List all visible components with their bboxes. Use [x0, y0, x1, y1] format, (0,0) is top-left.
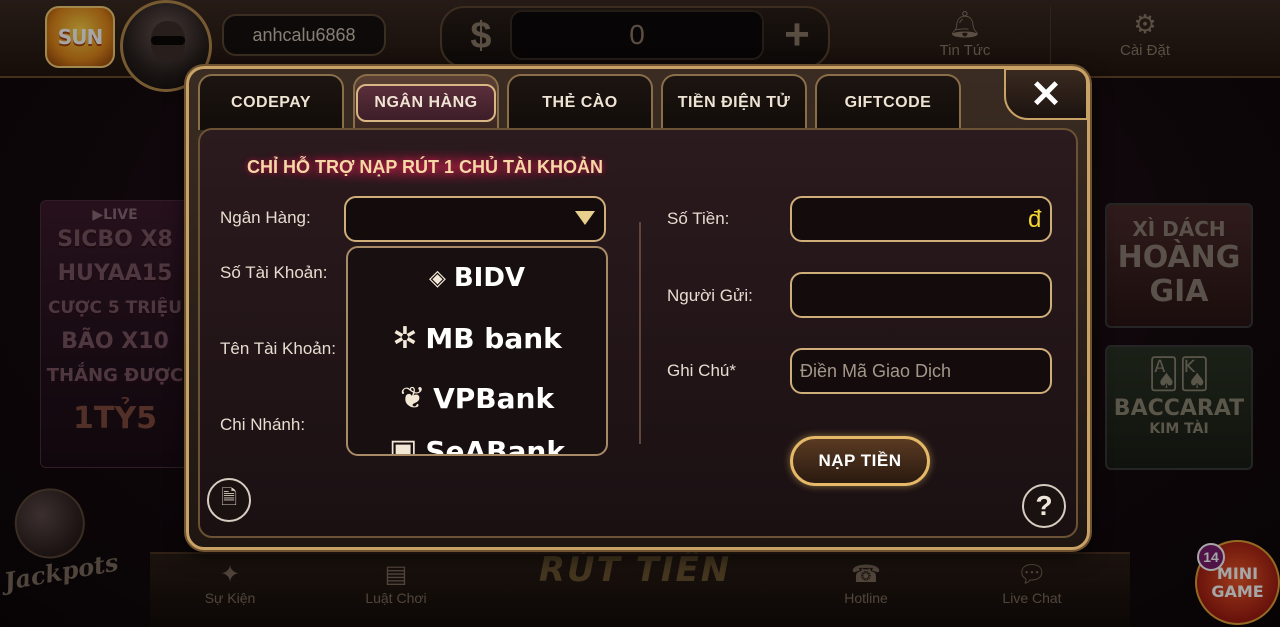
question-mark-icon: ? — [1035, 490, 1053, 521]
account-number-label: Số Tài Khoản: — [220, 263, 328, 282]
tab-label: GIFTCODE — [844, 94, 932, 111]
bidv-logo-icon: ◈ — [428, 265, 446, 291]
dong-currency-suffix: đ — [1028, 206, 1042, 233]
chevron-down-icon[interactable] — [575, 211, 595, 225]
bank-option-label: SeABank — [425, 435, 565, 456]
tab-codepay[interactable]: CODEPAY — [198, 74, 344, 130]
bank-option-label: BIDV — [453, 263, 526, 293]
bank-dropdown-list[interactable]: ◈ BIDV ✲ MB bank ❦ VPBank ▣ SeABank — [346, 246, 608, 456]
bank-label: Ngân Hàng: — [220, 208, 311, 227]
single-account-notice: CHỈ HỖ TRỢ NẠP RÚT 1 CHỦ TÀI KHOẢN — [240, 150, 610, 184]
tab-label: CODEPAY — [231, 94, 311, 111]
note-label: Ghi Chú* — [667, 361, 736, 380]
bank-deposit-panel — [198, 128, 1078, 538]
tab-ngan-hang[interactable]: NGÂN HÀNG — [353, 74, 499, 130]
sender-input[interactable] — [790, 272, 1052, 318]
account-name-label: Tên Tài Khoản: — [220, 339, 336, 358]
help-button[interactable]: ? — [1022, 484, 1066, 528]
bank-option-mbbank[interactable]: ✲ MB bank — [348, 308, 606, 368]
tab-label: TIỀN ĐIỆN TỬ — [677, 94, 791, 111]
tab-giftcode[interactable]: GIFTCODE — [815, 74, 961, 130]
vpbank-leaf-logo-icon: ❦ — [399, 380, 426, 416]
bank-select[interactable] — [344, 196, 606, 242]
branch-label: Chi Nhánh: — [220, 415, 306, 434]
history-document-icon: 🗎︎ — [220, 487, 238, 509]
sender-label: Người Gửi: — [667, 286, 753, 305]
bank-option-bidv[interactable]: ◈ BIDV — [348, 248, 606, 308]
close-button[interactable]: ✕ — [1004, 68, 1088, 120]
tab-the-cao[interactable]: THẺ CÀO — [507, 74, 653, 130]
seabank-logo-icon: ▣ — [389, 433, 418, 456]
history-button[interactable]: 🗎︎ — [207, 478, 251, 522]
mbbank-star-logo-icon: ✲ — [392, 320, 418, 356]
bank-option-seabank[interactable]: ▣ SeABank — [348, 428, 606, 456]
transaction-code-input[interactable]: Điền Mã Giao Dịch — [790, 348, 1052, 394]
deposit-submit-button[interactable]: NẠP TIỀN — [790, 436, 930, 486]
tab-tien-dien-tu[interactable]: TIỀN ĐIỆN TỬ — [661, 74, 807, 130]
bank-option-label: MB bank — [425, 321, 562, 355]
amount-label: Số Tiền: — [667, 209, 730, 228]
close-icon: ✕ — [1030, 73, 1062, 116]
bank-option-vpbank[interactable]: ❦ VPBank — [348, 368, 606, 428]
tab-label: NGÂN HÀNG — [356, 84, 496, 122]
bank-option-label: VPBank — [433, 381, 555, 415]
form-divider — [639, 222, 641, 444]
amount-input[interactable] — [790, 196, 1052, 242]
tab-label: THẺ CÀO — [542, 94, 618, 111]
